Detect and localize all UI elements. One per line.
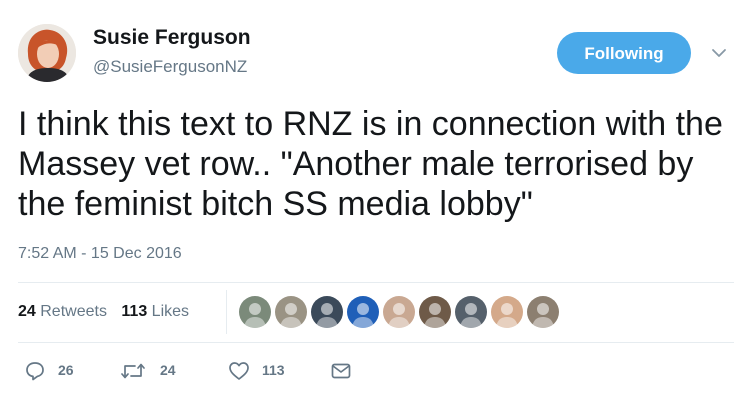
author-name[interactable]: Susie Ferguson: [93, 26, 251, 50]
stats-separator: [226, 290, 227, 334]
likes-count: 113: [121, 303, 148, 320]
liker-avatar-icon[interactable]: [491, 296, 523, 328]
author-avatar[interactable]: [18, 24, 76, 82]
likes-stat[interactable]: 113 Likes: [121, 303, 189, 321]
tweet-card: Susie Ferguson @SusieFergusonNZ Followin…: [0, 0, 750, 403]
liker-avatar-icon[interactable]: [527, 296, 559, 328]
direct-message-button[interactable]: [330, 360, 352, 382]
retweet-icon: [121, 363, 145, 379]
like-button[interactable]: 113: [228, 360, 298, 382]
reply-count: 26: [58, 362, 74, 378]
heart-icon: [229, 362, 249, 380]
retweet-button[interactable]: 24: [120, 360, 182, 382]
likes-label: Likes: [151, 303, 190, 320]
chevron-down-icon[interactable]: [710, 44, 728, 62]
reply-button[interactable]: 26: [24, 360, 80, 382]
liker-avatar-icon[interactable]: [347, 296, 379, 328]
liker-avatar-icon[interactable]: [383, 296, 415, 328]
tweet-stats: 24 Retweets 113 Likes: [18, 303, 199, 321]
tweet-timestamp[interactable]: 7:52 AM - 15 Dec 2016: [18, 245, 182, 263]
retweets-label: Retweets: [40, 303, 107, 320]
reply-icon: [26, 362, 44, 381]
retweets-count: 24: [18, 303, 36, 320]
retweets-stat[interactable]: 24 Retweets: [18, 303, 107, 321]
following-button[interactable]: Following: [557, 32, 691, 74]
liker-avatar-icon[interactable]: [311, 296, 343, 328]
divider: [18, 282, 734, 283]
envelope-icon: [331, 363, 351, 379]
liker-avatar-icon[interactable]: [275, 296, 307, 328]
author-handle[interactable]: @SusieFergusonNZ: [93, 57, 247, 77]
tweet-text: I think this text to RNZ is in connectio…: [18, 105, 723, 223]
liker-avatar-icon[interactable]: [419, 296, 451, 328]
retweet-count: 24: [160, 362, 176, 378]
liker-avatar-icon[interactable]: [455, 296, 487, 328]
like-count: 113: [262, 362, 285, 378]
liker-avatar-icon[interactable]: [239, 296, 271, 328]
divider: [18, 342, 734, 343]
